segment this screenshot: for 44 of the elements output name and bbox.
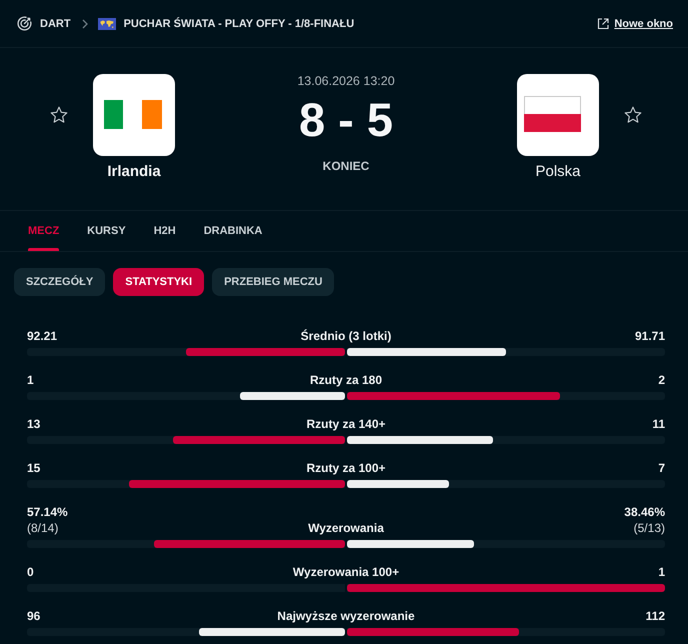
tab[interactable]: H2H [154, 211, 176, 251]
stat-value: 92.21 [27, 328, 58, 344]
team-name[interactable]: Polska [535, 163, 581, 181]
chevron-right-icon [82, 18, 88, 28]
match-score: 8 - 5 [298, 96, 394, 143]
match-date: 13.06.2026 13:20 [297, 73, 395, 89]
subtab-pill[interactable]: STATYSTYKI [113, 268, 204, 296]
stat-label: Rzuty za 180 [308, 372, 384, 388]
stat-value: 7 [658, 460, 665, 476]
stat-value: 91.71 [634, 328, 665, 344]
tab[interactable]: MECZ [28, 211, 60, 251]
stat-label: Wyzerowania [307, 520, 385, 536]
new-window-link[interactable]: Nowe okno [614, 16, 673, 30]
stat-value: 1 [27, 372, 34, 388]
subtab-pill[interactable]: PRZEBIEG MECZU [212, 268, 334, 296]
stat-label: Rzuty za 100+ [305, 460, 387, 476]
stat-label: Najwyższe wyzerowanie [276, 608, 416, 624]
stat-value: 96 [27, 608, 40, 624]
match-status: KONIEC [322, 159, 370, 173]
favorite-star-icon[interactable] [50, 106, 68, 124]
stat-detail: (5/13) [634, 520, 665, 536]
stat-label: Rzuty za 140+ [305, 416, 387, 432]
sport-link[interactable]: DART [40, 16, 71, 30]
stat-detail: (8/14) [27, 520, 58, 536]
stat-value: 15 [27, 460, 40, 476]
stat-value: 0 [27, 564, 34, 580]
competition-link[interactable]: PUCHAR ŚWIATA - PLAY OFFY - 1/8-FINAŁU [124, 16, 354, 30]
stat-label: Wyzerowania 100+ [292, 564, 400, 580]
favorite-star-icon[interactable] [624, 106, 642, 124]
stat-label: Średnio (3 lotki) [300, 328, 392, 344]
tab[interactable]: DRABINKA [204, 211, 262, 251]
dart-target-icon [17, 16, 32, 31]
external-link-icon [597, 18, 610, 30]
stat-value: 112 [646, 608, 665, 624]
subtab-pill[interactable]: SZCZEGÓŁY [14, 268, 106, 296]
world-flag-icon [98, 18, 116, 30]
stat-value: 13 [27, 416, 40, 432]
stat-value: 57.14% [27, 504, 68, 520]
stat-value: 1 [658, 564, 665, 580]
team-name[interactable]: Irlandia [107, 163, 161, 181]
stat-value: 11 [652, 416, 665, 432]
stat-value: 2 [658, 372, 665, 388]
stat-value: 38.46% [624, 504, 665, 520]
tab[interactable]: KURSY [87, 211, 126, 251]
